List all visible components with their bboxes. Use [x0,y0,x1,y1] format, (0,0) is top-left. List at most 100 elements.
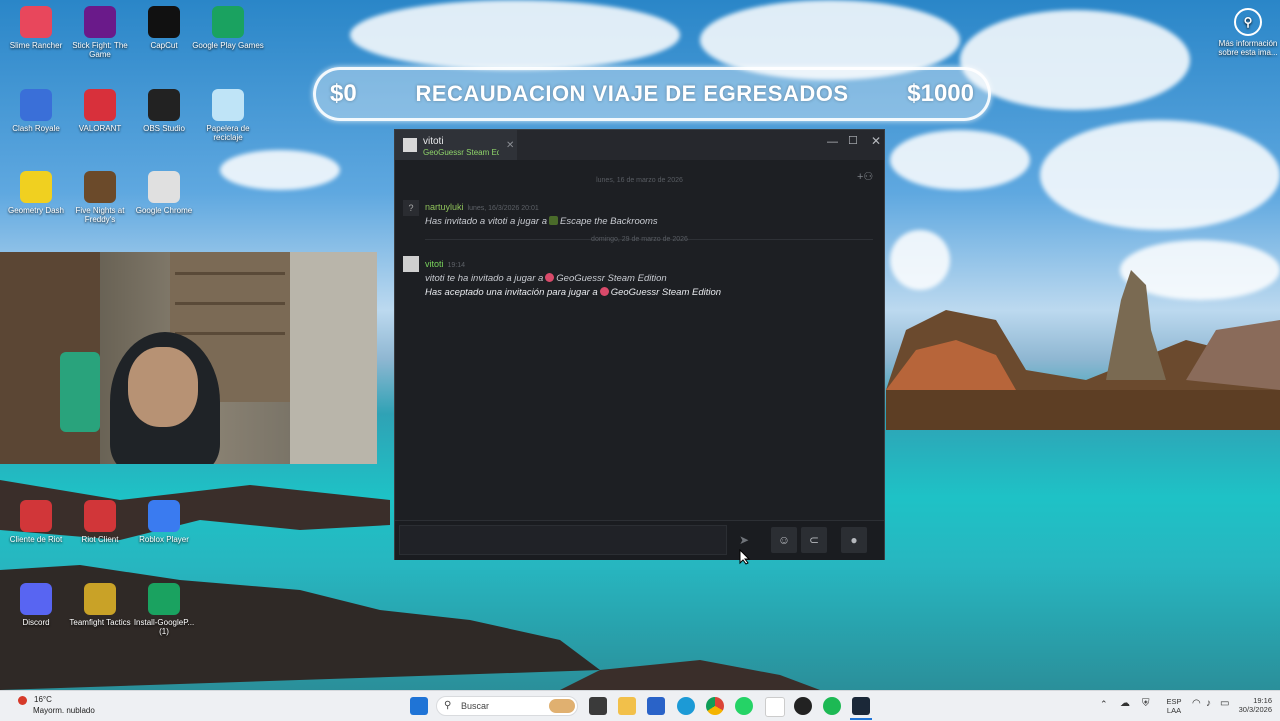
discord-icon [20,583,52,615]
desktop-icon[interactable]: Discord [0,583,72,627]
volume-icon[interactable]: ♪ [1206,698,1211,709]
chevron-up-icon[interactable]: ⌃ [1100,699,1108,710]
desktop-icon[interactable]: Papelera de reciclaje [192,89,264,142]
clock[interactable]: 19:16 30/3/2026 [1230,696,1272,714]
chat-input-bar: ➤ ☺ ⊂ ● [395,520,884,560]
desktop-icon-label: OBS Studio [143,124,185,133]
language-code: ESP [1166,697,1182,706]
invite-message: Has invitado a vitoti a jugar a Escape th… [425,216,658,227]
webcam-overlay [0,252,377,464]
desktop-icon-label: Clash Royale [12,124,60,133]
avatar: ? [403,200,419,216]
security-icon[interactable]: ⛨ [1142,698,1150,709]
task-view-icon[interactable] [589,697,607,715]
chat-tab-vitoti[interactable]: vitoti GeoGuessr Steam Edition ✕ [395,130,517,160]
store-icon[interactable] [647,697,665,715]
desktop-icon[interactable]: Clash Royale [0,89,72,133]
minimize-icon[interactable]: — [827,136,838,148]
author-name: nartuyluki [425,202,464,212]
keyboard-layout: LAA [1166,706,1182,715]
start-icon[interactable] [410,697,428,715]
avatar [403,138,417,152]
search-highlight-icon [549,699,575,713]
tab-friend-name: vitoti [423,136,444,147]
chrome-icon[interactable] [706,697,724,715]
whatsapp-icon[interactable] [735,697,753,715]
desktop-icon[interactable]: Teamfight Tactics [64,583,136,627]
weather-temp: 16°C [34,695,52,704]
desktop-icon-label: CapCut [150,41,178,50]
steam-chat-window[interactable]: vitoti GeoGuessr Steam Edition ✕ — ☐ ✕ +… [394,129,885,560]
date-separator: domingo, 29 de marzo de 2026 [591,236,688,243]
edge-icon[interactable] [677,697,695,715]
game-name[interactable]: GeoGuessr Steam Edition [556,273,666,284]
cloud-icon[interactable]: ☁ [1120,698,1130,709]
close-window-icon[interactable]: ✕ [871,134,881,148]
banner-start-amount: $0 [330,80,357,107]
riot-client-icon [84,500,116,532]
game-name[interactable]: Escape the Backrooms [560,216,658,227]
desktop-icon[interactable]: Five Nights at Freddy's [64,171,136,224]
clock-time: 19:16 [1253,696,1272,705]
author-name: vitoti [425,259,444,269]
obs-icon[interactable] [794,697,812,715]
desktop-icon[interactable]: Google Play Games [192,6,264,50]
language-indicator[interactable]: ESP LAA [1162,697,1186,715]
game-name[interactable]: GeoGuessr Steam Edition [611,287,721,298]
recycle-bin-icon [212,89,244,121]
message-input[interactable] [399,525,727,555]
more-info-icon[interactable]: ⚲ Más información sobre esta ima... [1212,8,1280,57]
installer-icon [148,583,180,615]
taskbar: 16°C Mayorm. nublado ⚲ Buscar ⌃ ☁ ⛨ ESP … [0,690,1280,721]
steam-icon[interactable] [852,697,870,715]
riot-client-icon [20,500,52,532]
desktop-icon[interactable]: Slime Rancher [0,6,72,50]
desktop-icon-label: Google Play Games [192,41,264,50]
maximize-icon[interactable]: ☐ [848,134,858,147]
wifi-icon[interactable]: ◠ [1192,698,1201,709]
emoji-icon[interactable]: ☺ [771,527,797,553]
voice-icon[interactable]: ● [841,527,867,553]
island-rocks-image [886,270,1280,430]
invite-message: vitoti te ha invitado a jugar a GeoGuessr… [425,273,667,284]
chat-history[interactable]: +⚇ lunes, 16 de marzo de 2026 ? nartuylu… [395,160,884,520]
game-icon [545,273,555,282]
chat-titlebar[interactable]: vitoti GeoGuessr Steam Edition ✕ — ☐ ✕ [395,130,884,160]
desktop-icon[interactable]: CapCut [128,6,200,50]
desktop-icon[interactable]: Cliente de Riot [0,500,72,544]
banner-title: RECAUDACION VIAJE DE EGRESADOS [415,81,849,106]
desktop-icon[interactable]: Install-GoogleP... (1) [128,583,200,636]
search-icon: ⚲ [444,700,452,711]
mouse-cursor-icon [739,549,751,565]
desktop-icon[interactable]: Geometry Dash [0,171,72,215]
desktop-icon-label: Slime Rancher [9,41,63,50]
desktop-icon-label: Riot Client [81,535,119,544]
more-info-label: Más información sobre esta ima... [1218,39,1278,57]
file-explorer-icon[interactable] [618,697,636,715]
message-author[interactable]: vitoti 19:14 [425,259,465,269]
invite-text: Has invitado a vitoti a jugar a [425,216,547,227]
desktop-icon[interactable]: OBS Studio [128,89,200,133]
weather-desc: Mayorm. nublado [33,706,95,715]
close-tab-icon[interactable]: ✕ [506,140,514,151]
spotify-icon[interactable] [823,697,841,715]
desktop-icon-label: Teamfight Tactics [69,618,131,627]
valorant-icon [84,89,116,121]
search-box[interactable]: ⚲ Buscar [436,696,578,716]
desktop-icon[interactable]: Roblox Player [128,500,200,544]
desktop-icon[interactable]: Stick Fight: The Game [64,6,136,59]
desktop-icon[interactable]: Google Chrome [128,171,200,215]
desktop-icon-label: Google Chrome [135,206,193,215]
avatar [403,256,419,272]
desktop-icon[interactable]: VALORANT [64,89,136,133]
battery-icon[interactable]: ▭ [1220,698,1229,709]
capcut-icon [148,6,180,38]
desktop-icon-label: Five Nights at Freddy's [75,206,125,224]
notepad-icon[interactable] [765,697,785,717]
geometry-dash-icon [20,171,52,203]
desktop-icon[interactable]: Riot Client [64,500,136,544]
chrome-icon [148,171,180,203]
message-time: 19:14 [447,262,466,269]
message-author[interactable]: nartuyluki lunes, 16/3/2026 20:01 [425,202,539,212]
attach-icon[interactable]: ⊂ [801,527,827,553]
